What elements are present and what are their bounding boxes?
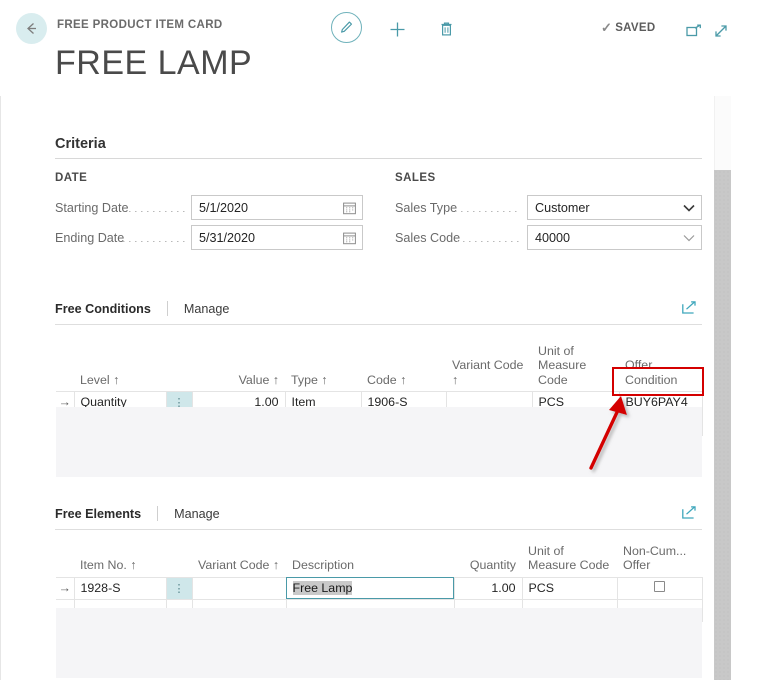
- sales-type-leader: [455, 211, 519, 212]
- cell-variant-code[interactable]: [191, 576, 287, 600]
- criteria-divider: [55, 158, 702, 159]
- back-arrow-icon: [27, 23, 36, 34]
- tab-free-elements[interactable]: Free Elements: [55, 507, 141, 521]
- sales-code-label: Sales Code: [395, 231, 461, 245]
- col-item-no[interactable]: Item No. ↑: [74, 544, 166, 577]
- pencil-icon: [341, 21, 353, 33]
- top-command-bar: FREE PRODUCT ITEM CARD FREE LAMP ✓ SAVED: [0, 0, 735, 96]
- breadcrumb[interactable]: FREE PRODUCT ITEM CARD: [57, 19, 223, 31]
- table-header-row: Level ↑ Value ↑ Type ↑ Code ↑ Variant Co…: [56, 344, 702, 391]
- ending-date-label: Ending Date: [55, 231, 125, 245]
- free-elements-tabstrip: Free Elements Manage: [55, 506, 220, 521]
- table-row[interactable]: → 1928-S ⋮ Free Lamp 1.00 PCS: [56, 576, 703, 600]
- col-uom-code[interactable]: Unit of Measure Code: [532, 344, 619, 391]
- table-header-row: Item No. ↑ Variant Code ↑ Description Qu…: [56, 544, 702, 577]
- cell-description-value: Free Lamp: [292, 581, 353, 596]
- window-outer-area: [731, 0, 783, 680]
- col-value[interactable]: Value ↑: [192, 344, 285, 391]
- col-indicator: [56, 544, 74, 577]
- saved-status[interactable]: ✓ SAVED: [601, 20, 655, 36]
- expand-subpage-icon: [682, 301, 696, 314]
- open-in-new-window-button[interactable]: [679, 16, 709, 46]
- col-non-cum-offer[interactable]: Non-Cum... Offer: [617, 544, 702, 577]
- col-dots: [166, 344, 192, 391]
- calendar-icon[interactable]: [343, 201, 356, 214]
- tab-divider: [157, 506, 159, 521]
- free-elements-divider: [55, 529, 702, 530]
- chevron-down-icon[interactable]: [683, 203, 695, 212]
- new-button[interactable]: [382, 14, 412, 44]
- free-conditions-footer: [56, 407, 702, 477]
- sales-code-value: 40000: [535, 230, 571, 245]
- col-dots: [166, 544, 192, 577]
- plus-icon: [390, 22, 404, 36]
- free-elements-footer: [56, 608, 702, 678]
- col-code[interactable]: Code ↑: [361, 344, 446, 391]
- row-indicator: →: [56, 576, 75, 600]
- starting-date-input[interactable]: 5/1/2020: [191, 195, 363, 220]
- col-quantity[interactable]: Quantity: [454, 544, 522, 577]
- trash-icon: [441, 22, 451, 36]
- sales-group-label: SALES: [395, 172, 436, 184]
- sales-type-value: Customer: [535, 200, 590, 215]
- col-level[interactable]: Level ↑: [74, 344, 166, 391]
- tab-divider: [166, 301, 168, 316]
- calendar-glyph: [343, 232, 356, 244]
- vertical-dots-icon: ⋮: [173, 583, 185, 596]
- cell-uom-code[interactable]: PCS: [521, 576, 618, 600]
- cell-description[interactable]: Free Lamp: [285, 576, 455, 600]
- saved-label: SAVED: [615, 22, 656, 34]
- ending-date-leader: [123, 241, 185, 242]
- non-cum-offer-checkbox[interactable]: [654, 581, 665, 593]
- starting-date-label: Starting Date: [55, 201, 129, 215]
- back-button[interactable]: [16, 13, 47, 44]
- chevron-down-glyph: [683, 204, 695, 212]
- vertical-scrollbar-thumb[interactable]: [714, 170, 731, 680]
- col-uom-code[interactable]: Unit of Measure Code: [522, 544, 617, 577]
- col-variant-code[interactable]: Variant Code ↑: [192, 544, 286, 577]
- sales-type-select[interactable]: Customer: [527, 195, 702, 220]
- tab-free-conditions[interactable]: Free Conditions: [55, 302, 151, 316]
- col-indicator: [56, 344, 74, 391]
- check-icon: ✓: [601, 20, 613, 35]
- cell-item-no[interactable]: 1928-S: [73, 576, 167, 600]
- starting-date-value: 5/1/2020: [199, 200, 249, 215]
- tab-free-conditions-manage[interactable]: Manage: [184, 302, 230, 316]
- sales-code-lookup[interactable]: 40000: [527, 225, 702, 250]
- col-offer-condition[interactable]: Offer Condition: [619, 344, 702, 391]
- free-conditions-tabstrip: Free Conditions Manage: [55, 301, 229, 316]
- sales-code-leader: [457, 241, 519, 242]
- criteria-heading: Criteria: [55, 136, 106, 152]
- ending-date-value: 5/31/2020: [199, 230, 256, 245]
- col-type[interactable]: Type ↑: [285, 344, 361, 391]
- free-product-item-card-page: FREE PRODUCT ITEM CARD FREE LAMP ✓ SAVED: [0, 0, 783, 680]
- expand-diagonal-icon: [715, 25, 727, 37]
- free-conditions-divider: [55, 324, 702, 325]
- delete-button[interactable]: [431, 14, 461, 44]
- calendar-glyph: [343, 202, 356, 214]
- page-title: FREE LAMP: [55, 44, 253, 82]
- page-content: Criteria DATE SALES Starting Date 5/1/20…: [1, 96, 714, 680]
- cell-non-cum-offer[interactable]: [616, 576, 703, 600]
- starting-date-leader: [129, 211, 185, 212]
- tab-free-elements-manage[interactable]: Manage: [174, 507, 220, 521]
- date-group-label: DATE: [55, 172, 88, 184]
- edit-button[interactable]: [331, 12, 362, 43]
- sales-type-label: Sales Type: [395, 201, 458, 215]
- open-new-window-icon: [686, 24, 701, 37]
- row-menu-button[interactable]: ⋮: [165, 576, 193, 600]
- col-variant-code[interactable]: Variant Code ↑: [446, 344, 532, 391]
- free-elements-expand-button[interactable]: [682, 506, 696, 524]
- calendar-icon[interactable]: [343, 231, 356, 244]
- ending-date-input[interactable]: 5/31/2020: [191, 225, 363, 250]
- chevron-down-glyph: [683, 234, 695, 241]
- expand-subpage-icon: [682, 506, 696, 519]
- chevron-down-icon[interactable]: [683, 233, 695, 242]
- col-description[interactable]: Description: [286, 544, 454, 577]
- cell-quantity[interactable]: 1.00: [453, 576, 523, 600]
- free-conditions-expand-button[interactable]: [682, 301, 696, 319]
